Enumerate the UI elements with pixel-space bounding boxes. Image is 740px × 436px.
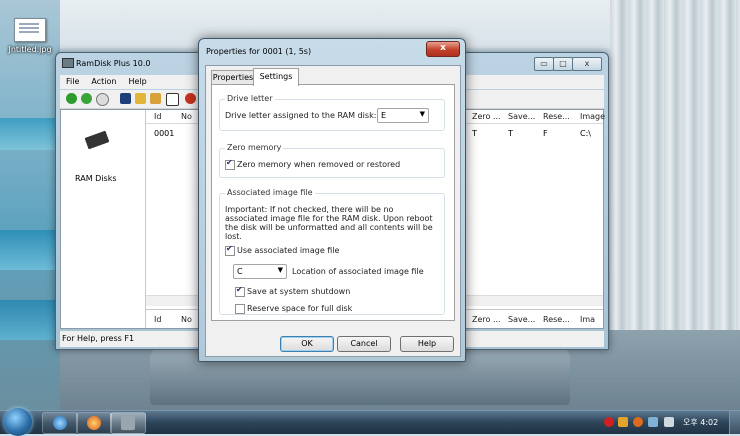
use-image-checkbox[interactable] bbox=[225, 244, 235, 256]
col-image[interactable]: Image bbox=[580, 112, 605, 121]
footer-col-id: Id bbox=[154, 315, 162, 324]
remove-icon[interactable] bbox=[185, 93, 196, 104]
desktop-icon-label: Jntitled.jpg bbox=[8, 45, 52, 54]
clock[interactable]: 오후 4:02 bbox=[683, 417, 718, 428]
help-button[interactable]: Help bbox=[400, 336, 454, 352]
maximize-button[interactable]: □ bbox=[553, 57, 573, 71]
ok-button[interactable]: OK bbox=[280, 336, 334, 352]
footer-col-reserve: Rese... bbox=[543, 315, 570, 324]
wallpaper-shelf bbox=[0, 300, 55, 340]
zero-memory-label[interactable]: Zero memory when removed or restored bbox=[237, 160, 400, 169]
group-title-drive-letter: Drive letter bbox=[225, 94, 275, 103]
save-shutdown-label[interactable]: Save at system shutdown bbox=[247, 287, 350, 296]
internet-explorer-icon bbox=[53, 416, 67, 430]
desktop-icon-image-file[interactable]: Jntitled.jpg bbox=[4, 18, 56, 54]
menu-help[interactable]: Help bbox=[122, 75, 152, 88]
dialog-close-button[interactable]: x bbox=[426, 41, 460, 57]
wallpaper-left-wall bbox=[0, 0, 60, 410]
folder-icon[interactable] bbox=[150, 93, 161, 104]
tab-settings[interactable]: Settings bbox=[253, 68, 299, 86]
col-no[interactable]: No bbox=[181, 112, 192, 121]
save-icon[interactable] bbox=[120, 93, 131, 104]
main-window-title: RamDisk Plus 10.0 bbox=[76, 59, 151, 68]
col-id[interactable]: Id bbox=[154, 112, 161, 121]
col-save[interactable]: Save... bbox=[508, 112, 535, 121]
firefox-icon bbox=[87, 416, 101, 430]
use-image-label[interactable]: Use associated image file bbox=[237, 246, 339, 255]
ram-disks-label[interactable]: RAM Disks bbox=[75, 174, 117, 183]
chevron-down-icon: ▼ bbox=[277, 266, 283, 274]
menu-file[interactable]: File bbox=[60, 75, 85, 88]
zero-memory-checkbox[interactable] bbox=[225, 158, 235, 170]
save-shutdown-checkbox[interactable] bbox=[235, 285, 245, 297]
dialog-title: Properties for 0001 (1, 5s) bbox=[206, 47, 312, 56]
add-disk-icon[interactable] bbox=[66, 93, 77, 104]
group-title-associated-image: Associated image file bbox=[225, 188, 315, 197]
start-button[interactable] bbox=[4, 408, 32, 436]
group-drive-letter: Drive letter Drive letter assigned to th… bbox=[219, 94, 445, 131]
taskbar-firefox-button[interactable] bbox=[76, 412, 112, 434]
chevron-down-icon: ▼ bbox=[419, 110, 425, 118]
settings-tab-page: Drive letter Drive letter assigned to th… bbox=[211, 84, 455, 321]
open-folder-icon[interactable] bbox=[135, 93, 146, 104]
speaker-icon[interactable] bbox=[664, 417, 674, 427]
group-title-zero-memory: Zero memory bbox=[225, 143, 284, 152]
footer-col-zero: Zero ... bbox=[472, 315, 501, 324]
footer-col-no: No bbox=[181, 315, 192, 324]
wallpaper-shelf bbox=[0, 230, 60, 270]
tab-properties[interactable]: Properties bbox=[211, 70, 255, 85]
image-location-select[interactable]: C ▼ bbox=[233, 264, 287, 279]
associated-image-description: Important: If not checked, there will be… bbox=[225, 205, 433, 241]
col-zero[interactable]: Zero ... bbox=[472, 112, 501, 121]
start-disk-icon[interactable] bbox=[81, 93, 92, 104]
reserve-space-checkbox[interactable] bbox=[235, 304, 245, 314]
left-pane: RAM Disks bbox=[61, 110, 146, 328]
footer-col-save: Save... bbox=[508, 315, 536, 324]
taskbar: 오후 4:02 bbox=[0, 408, 740, 436]
reserve-space-label[interactable]: Reserve space for full disk bbox=[247, 304, 352, 313]
properties-icon[interactable] bbox=[166, 93, 179, 106]
close-button[interactable]: x bbox=[572, 57, 602, 71]
wallpaper-shelf bbox=[0, 118, 60, 150]
status-text: For Help, press F1 bbox=[62, 334, 135, 343]
image-file-icon bbox=[14, 18, 46, 42]
tray-app-icon[interactable] bbox=[618, 417, 628, 427]
tray-alert-icon[interactable] bbox=[604, 417, 614, 427]
col-reserve[interactable]: Rese... bbox=[543, 112, 570, 121]
minimize-button[interactable]: ▭ bbox=[534, 57, 554, 71]
taskbar-ramdisk-button[interactable] bbox=[110, 412, 146, 434]
drive-letter-value: E bbox=[381, 111, 387, 120]
row-zero: T bbox=[472, 129, 477, 138]
tray-monitor-icon[interactable] bbox=[648, 417, 658, 427]
menu-action[interactable]: Action bbox=[85, 75, 122, 88]
app-icon bbox=[62, 58, 74, 68]
row-save: T bbox=[508, 129, 513, 138]
image-location-label: Location of associated image file bbox=[292, 267, 424, 276]
row-id[interactable]: 0001 bbox=[154, 129, 174, 138]
ramdisk-app-icon bbox=[121, 416, 135, 430]
show-desktop-button[interactable] bbox=[729, 411, 740, 434]
footer-col-image: Ima bbox=[580, 315, 596, 324]
group-associated-image: Associated image file Important: If not … bbox=[219, 188, 445, 315]
taskbar-ie-button[interactable] bbox=[42, 412, 78, 434]
row-image: C:\ bbox=[580, 129, 591, 138]
dialog-body: Properties Settings Drive letter Drive l… bbox=[205, 65, 461, 357]
tray-firefox-icon[interactable] bbox=[633, 417, 643, 427]
search-icon[interactable] bbox=[96, 93, 109, 106]
image-location-value: C bbox=[237, 267, 243, 276]
drive-letter-select[interactable]: E ▼ bbox=[377, 108, 429, 123]
row-reserve: F bbox=[543, 129, 548, 138]
drive-letter-label: Drive letter assigned to the RAM disk: bbox=[225, 111, 377, 120]
ram-chip-icon[interactable] bbox=[83, 126, 111, 158]
properties-dialog[interactable]: Properties for 0001 (1, 5s) x Properties… bbox=[198, 38, 466, 362]
cancel-button[interactable]: Cancel bbox=[337, 336, 391, 352]
group-zero-memory: Zero memory Zero memory when removed or … bbox=[219, 143, 445, 178]
